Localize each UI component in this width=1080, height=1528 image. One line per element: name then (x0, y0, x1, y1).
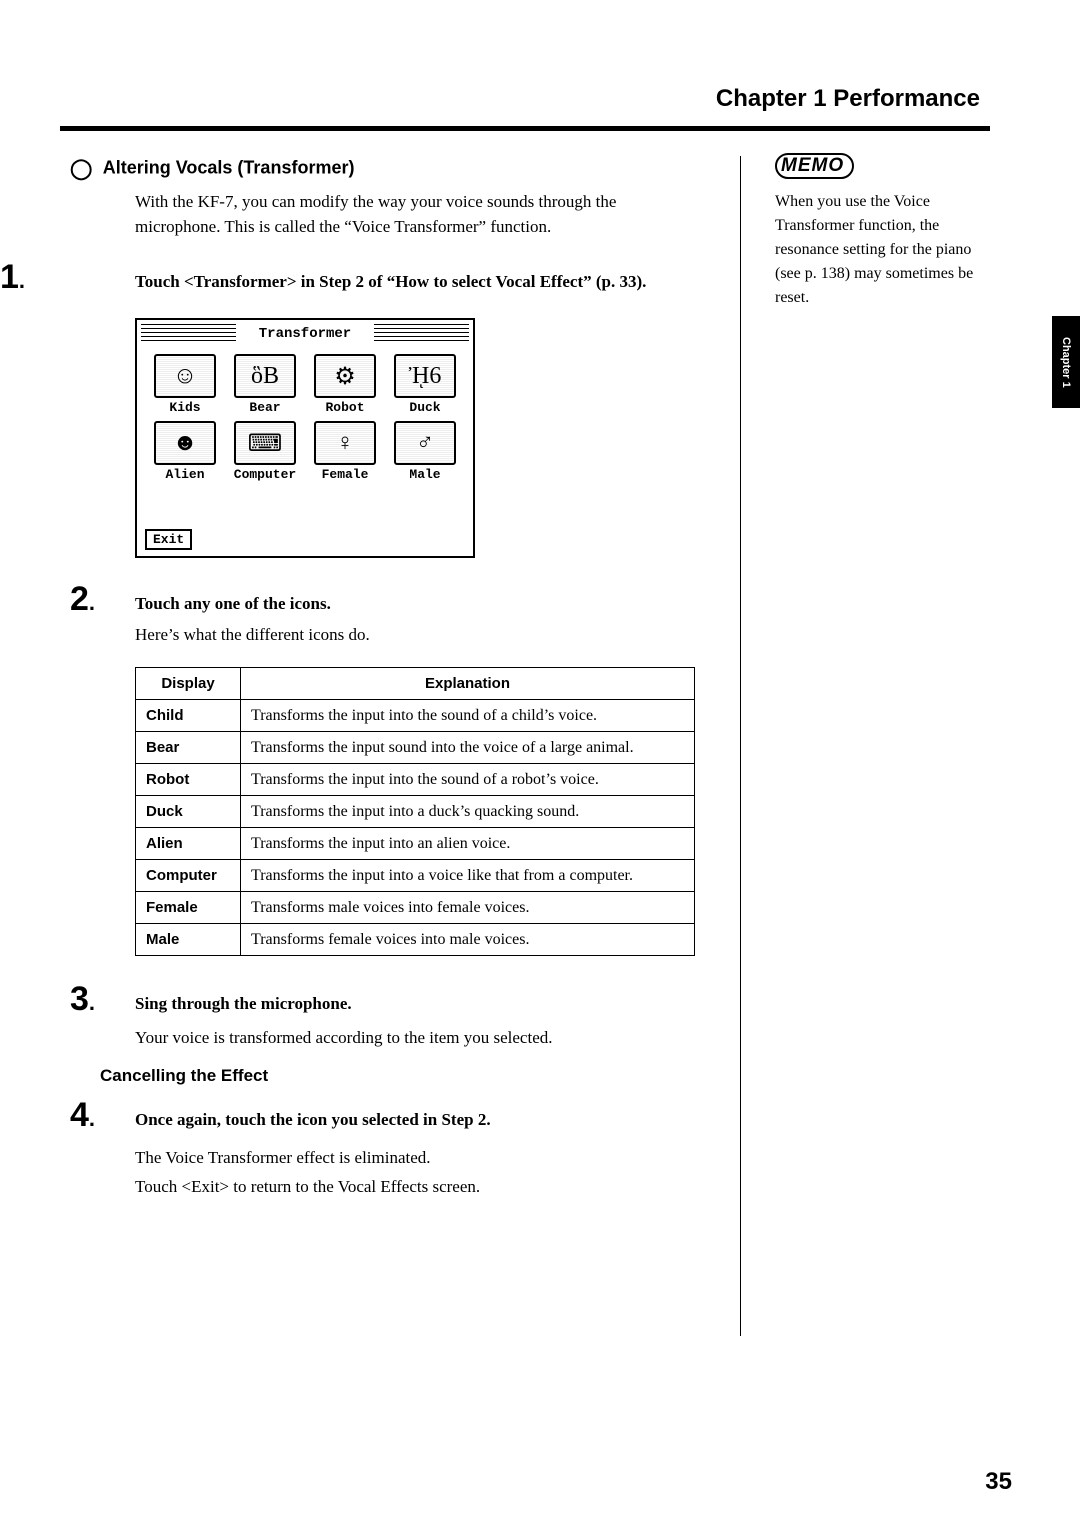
kids-label: Kids (147, 400, 223, 415)
computer-label: Computer (227, 467, 303, 482)
male-label: Male (387, 467, 463, 482)
table-row: DuckTransforms the input into a duck’s q… (136, 796, 695, 828)
section-heading: ◯ Altering Vocals (Transformer) (70, 156, 354, 181)
table-cell-display: Male (136, 924, 241, 956)
step-2-after: Here’s what the different icons do. (135, 625, 370, 645)
icons-table: Display Explanation ChildTransforms the … (135, 667, 695, 956)
exit-button[interactable]: Exit (145, 529, 192, 550)
alien-label: Alien (147, 467, 223, 482)
table-cell-explanation: Transforms the input into a duck’s quack… (241, 796, 695, 828)
table-cell-display: Child (136, 700, 241, 732)
duck-label: Duck (387, 400, 463, 415)
table-cell-display: Female (136, 892, 241, 924)
female-label: Female (307, 467, 383, 482)
table-cell-explanation: Transforms female voices into male voice… (241, 924, 695, 956)
table-cell-explanation: Transforms the input into the sound of a… (241, 700, 695, 732)
table-header-explanation: Explanation (241, 668, 695, 700)
robot-icon: ⚙ (316, 356, 374, 396)
table-row: BearTransforms the input sound into the … (136, 732, 695, 764)
table-cell-display: Alien (136, 828, 241, 860)
step-2-number: 2. (70, 580, 95, 619)
transformer-female-button[interactable]: ♀ Female (307, 421, 383, 482)
header-rule (60, 126, 990, 131)
transformer-bear-button[interactable]: ὃB Bear (227, 354, 303, 415)
table-cell-display: Computer (136, 860, 241, 892)
transformer-duck-button[interactable]: ᾘ6 Duck (387, 354, 463, 415)
transformer-screen: Transformer ☺ Kids ὃB Bear ⚙ Robot ᾘ6 Du… (135, 318, 475, 558)
robot-label: Robot (307, 400, 383, 415)
table-row: AlienTransforms the input into an alien … (136, 828, 695, 860)
page-number: 35 (985, 1468, 1012, 1496)
duck-icon: ᾘ6 (396, 356, 454, 396)
step-2-text: Touch any one of the icons. (135, 594, 331, 614)
transformer-robot-button[interactable]: ⚙ Robot (307, 354, 383, 415)
table-cell-explanation: Transforms male voices into female voice… (241, 892, 695, 924)
step-4-after: The Voice Transformer effect is eliminat… (135, 1144, 480, 1202)
table-row: FemaleTransforms male voices into female… (136, 892, 695, 924)
table-cell-display: Bear (136, 732, 241, 764)
table-cell-explanation: Transforms the input into the sound of a… (241, 764, 695, 796)
transformer-computer-button[interactable]: ⌨ Computer (227, 421, 303, 482)
table-cell-explanation: Transforms the input into an alien voice… (241, 828, 695, 860)
female-icon: ♀ (316, 423, 374, 463)
step-3-after: Your voice is transformed according to t… (135, 1028, 553, 1048)
bear-icon: ὃB (236, 356, 294, 396)
step-4-text: Once again, touch the icon you selected … (135, 1110, 491, 1130)
step-1-text: Touch <Transformer> in Step 2 of “How to… (135, 272, 695, 292)
table-header-display: Display (136, 668, 241, 700)
computer-icon: ⌨ (236, 423, 294, 463)
cancelling-title: Cancelling the Effect (100, 1066, 268, 1086)
table-row: ComputerTransforms the input into a voic… (136, 860, 695, 892)
alien-icon: ☻ (156, 423, 214, 463)
section-heading-text: Altering Vocals (Transformer) (103, 157, 355, 177)
kids-icon: ☺ (156, 356, 214, 396)
table-cell-display: Duck (136, 796, 241, 828)
table-row: MaleTransforms female voices into male v… (136, 924, 695, 956)
intro-paragraph: With the KF-7, you can modify the way yo… (135, 190, 695, 239)
memo-badge-icon: MEMO (775, 153, 854, 179)
table-cell-explanation: Transforms the input into a voice like t… (241, 860, 695, 892)
step-3-number: 3. (70, 980, 95, 1019)
bear-label: Bear (227, 400, 303, 415)
transformer-kids-button[interactable]: ☺ Kids (147, 354, 223, 415)
table-cell-explanation: Transforms the input sound into the voic… (241, 732, 695, 764)
step-3-text: Sing through the microphone. (135, 994, 352, 1014)
step-4-number: 4. (70, 1096, 95, 1135)
screen-title: Transformer (137, 326, 473, 342)
page-title: Chapter 1 Performance (716, 85, 980, 113)
table-row: RobotTransforms the input into the sound… (136, 764, 695, 796)
side-tab-chapter-1: Chapter 1 (1052, 316, 1080, 408)
table-cell-display: Robot (136, 764, 241, 796)
transformer-alien-button[interactable]: ☻ Alien (147, 421, 223, 482)
open-circle-icon: ◯ (70, 158, 92, 180)
transformer-male-button[interactable]: ♂ Male (387, 421, 463, 482)
memo-text: When you use the Voice Transformer funct… (775, 190, 995, 310)
vertical-rule (740, 156, 741, 1336)
table-row: ChildTransforms the input into the sound… (136, 700, 695, 732)
step-1-number: 1. (0, 258, 25, 297)
male-icon: ♂ (396, 423, 454, 463)
